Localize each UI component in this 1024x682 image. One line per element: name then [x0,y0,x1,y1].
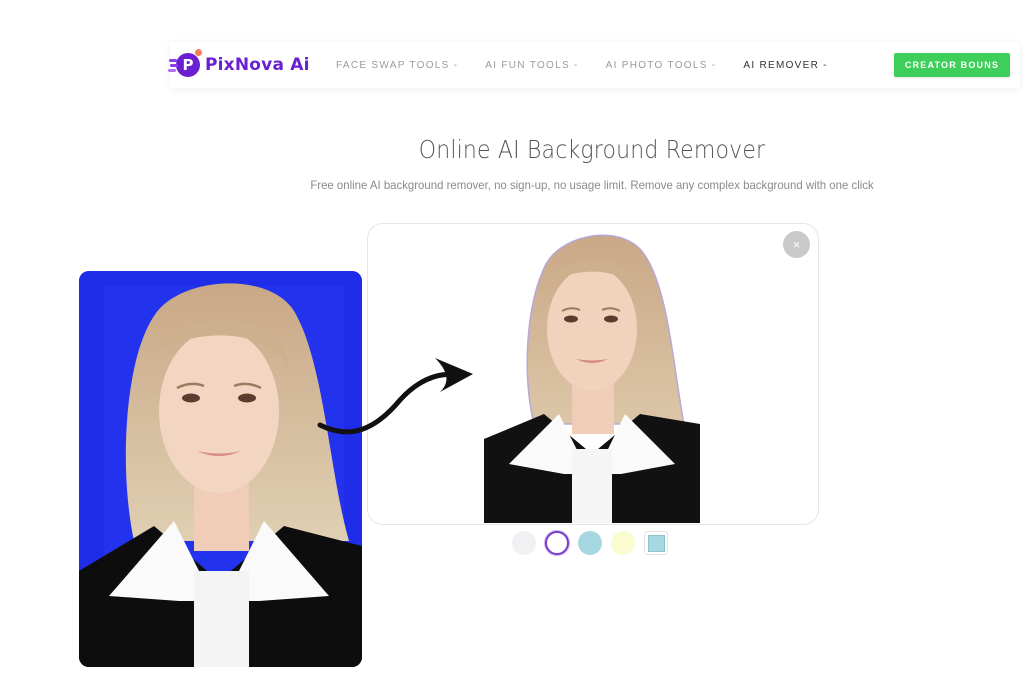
swatch-custom-image[interactable] [644,531,668,555]
background-swatches [512,531,677,555]
nav-item-face-swap-tools[interactable]: FACE SWAP TOOLS - [336,60,458,71]
page-subtitle: Free online AI background remover, no si… [310,178,874,192]
swatch-light-blue[interactable] [578,531,602,555]
nav-menu: FACE SWAP TOOLS - AI FUN TOOLS - AI PHOTO … [336,42,855,88]
dropdown-caret-icon: - [823,59,828,71]
nav-label: AI FUN TOOLS [485,59,570,71]
nav-item-ai-remover[interactable]: AI REMOVER - [743,60,827,71]
image-swatch-icon [647,534,665,552]
swatch-light-yellow[interactable] [611,531,635,555]
logo-icon: P [169,49,202,77]
top-navbar: P PixNova Ai FACE SWAP TOOLS - AI FUN TOO… [169,42,1020,88]
logo[interactable]: P PixNova Ai [169,49,310,78]
dropdown-caret-icon: - [573,59,579,71]
page-title: Online AI Background Remover [418,135,766,164]
creator-bonus-button[interactable]: CREATOR BOUNS [894,53,1010,77]
nav-item-ai-photo-tools[interactable]: AI PHOTO TOOLS - [606,60,717,71]
original-image [79,271,362,667]
nav-label: AI REMOVER [743,59,820,71]
nav-item-ai-fun-tools[interactable]: AI FUN TOOLS - [485,60,578,71]
logo-text: PixNova Ai [205,55,310,75]
close-icon[interactable]: × [783,231,810,258]
logo-letter: P [182,56,194,74]
dropdown-caret-icon: - [711,59,717,71]
swatch-transparent[interactable] [512,531,536,555]
result-image [484,224,700,523]
dropdown-caret-icon: - [453,59,459,71]
nav-label: FACE SWAP TOOLS [336,59,450,71]
swatch-white[interactable] [545,531,569,555]
curved-arrow-icon [315,350,480,440]
nav-label: AI PHOTO TOOLS [605,59,708,71]
